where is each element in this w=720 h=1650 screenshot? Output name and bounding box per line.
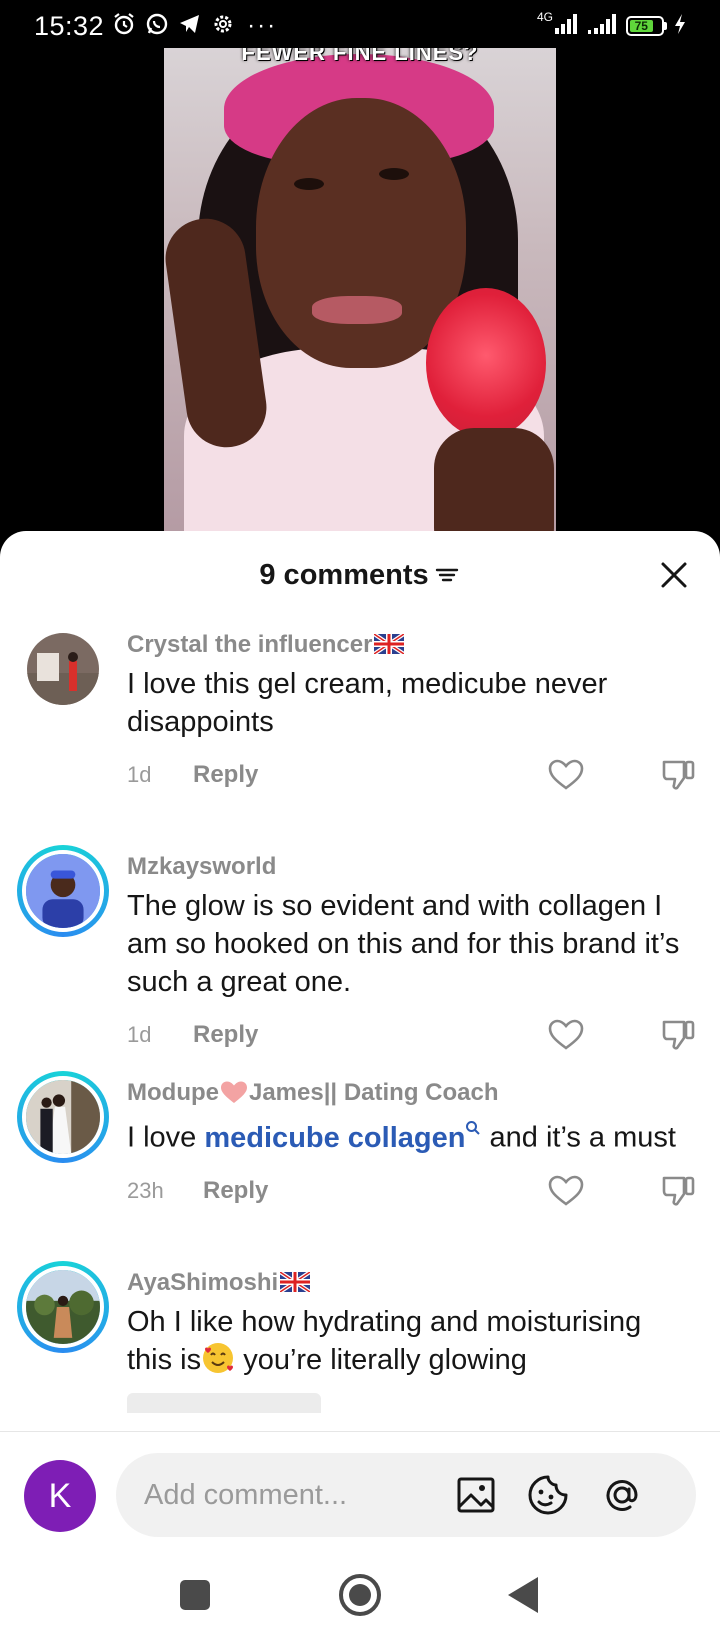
image-icon[interactable]: [454, 1473, 498, 1517]
comment-text-part: you’re literally glowing: [235, 1344, 527, 1376]
battery-level: 75: [630, 19, 653, 33]
comments-header: 9 comments: [0, 531, 720, 619]
comment-input-pill[interactable]: [116, 1453, 696, 1537]
heart-icon: [548, 1175, 584, 1206]
charging-icon: [674, 13, 686, 40]
comment-item: AyaShimoshi Oh I like how hydrating and …: [0, 1251, 720, 1461]
system-navigation-bar: [0, 1541, 720, 1650]
cream-jar-image: [426, 288, 546, 438]
comment-age: 1d: [127, 762, 152, 787]
avatar[interactable]: [17, 845, 109, 937]
heart-emoji-icon: [219, 1080, 249, 1104]
uk-flag-icon: [373, 632, 406, 656]
settings-icon: [211, 12, 235, 41]
heart-icon: [548, 1019, 584, 1050]
whatsapp-icon: [145, 12, 169, 41]
comment-username[interactable]: Crystal the influencer: [127, 631, 372, 658]
more-icon: ···: [247, 12, 278, 39]
filter-icon[interactable]: [433, 561, 461, 589]
reply-button[interactable]: Reply: [203, 1177, 268, 1205]
dislike-button[interactable]: [658, 755, 698, 795]
mention-icon[interactable]: [600, 1473, 644, 1517]
close-button[interactable]: [656, 557, 692, 593]
battery-icon: 75: [626, 16, 667, 36]
search-link-text[interactable]: medicube collagen: [204, 1122, 465, 1154]
alarm-icon: [112, 12, 136, 41]
thumbs-down-icon: [662, 1176, 695, 1206]
thumbs-down-icon: [662, 760, 695, 790]
video-player[interactable]: FEWER FINE LINES?: [164, 48, 556, 544]
smiling-face-with-hearts-icon: [201, 1341, 235, 1375]
comment-text: The glow is so evident and with collagen…: [127, 890, 680, 998]
comment-item: Mzkaysworld The glow is so evident and w…: [0, 835, 720, 1061]
dislike-button[interactable]: [658, 1015, 698, 1055]
emoji-icon[interactable]: [526, 1473, 570, 1517]
recents-icon[interactable]: [169, 1569, 221, 1621]
search-icon: [465, 1121, 481, 1140]
comment-age: 23h: [127, 1177, 164, 1203]
comments-count-title: 9 comments: [259, 558, 429, 591]
network-type: 4G: [536, 10, 553, 24]
thumbs-down-icon: [662, 1020, 695, 1050]
status-time: 15:32: [34, 10, 105, 41]
status-bar: 15:32 ··· 4G 75: [0, 0, 720, 52]
heart-icon: [548, 759, 584, 790]
signal-icon: [554, 13, 580, 40]
uk-flag-icon: [279, 1270, 312, 1294]
like-button[interactable]: [546, 1171, 586, 1211]
back-icon[interactable]: [498, 1569, 550, 1621]
reply-button[interactable]: Reply: [193, 1021, 258, 1049]
comment-input[interactable]: [144, 1473, 444, 1517]
avatar[interactable]: [27, 633, 99, 705]
reply-button[interactable]: Reply: [193, 761, 258, 789]
search-link[interactable]: medicube collagen: [204, 1121, 481, 1154]
comment-username-part2[interactable]: James|| Dating Coach: [249, 1079, 499, 1106]
translation-chip: [127, 1393, 321, 1413]
comment-age: 1d: [127, 1022, 152, 1047]
home-icon[interactable]: [334, 1569, 386, 1621]
comment-text: Oh I like how hydrating and moisturising…: [127, 1303, 680, 1379]
comment-item: Modupe James|| Dating Coach I love medicu…: [0, 1061, 720, 1251]
comment-item: Crystal the influencer I love this gel c…: [0, 619, 720, 835]
close-icon: [661, 562, 687, 588]
comment-composer: K: [0, 1431, 720, 1541]
comment-username[interactable]: Mzkaysworld: [127, 841, 680, 881]
comment-text: I love this gel cream, medicube never di…: [127, 668, 608, 738]
comment-text-part: and it’s a must: [481, 1121, 676, 1154]
comments-list[interactable]: Crystal the influencer I love this gel c…: [0, 619, 720, 1461]
like-button[interactable]: [546, 755, 586, 795]
comment-text: I love medicube collagen and it’s a must: [127, 1113, 680, 1157]
avatar[interactable]: [17, 1071, 109, 1163]
telegram-icon: [178, 12, 202, 41]
dislike-button[interactable]: [658, 1171, 698, 1211]
comment-text-part: I love: [127, 1121, 205, 1154]
like-button[interactable]: [546, 1015, 586, 1055]
avatar[interactable]: [17, 1261, 109, 1353]
signal-icon: [587, 13, 619, 40]
comment-username[interactable]: AyaShimoshi: [127, 1269, 278, 1296]
current-user-avatar[interactable]: K: [24, 1460, 96, 1532]
video-overlay-text: FEWER FINE LINES?: [241, 48, 479, 65]
comment-username[interactable]: Modupe: [127, 1079, 219, 1106]
